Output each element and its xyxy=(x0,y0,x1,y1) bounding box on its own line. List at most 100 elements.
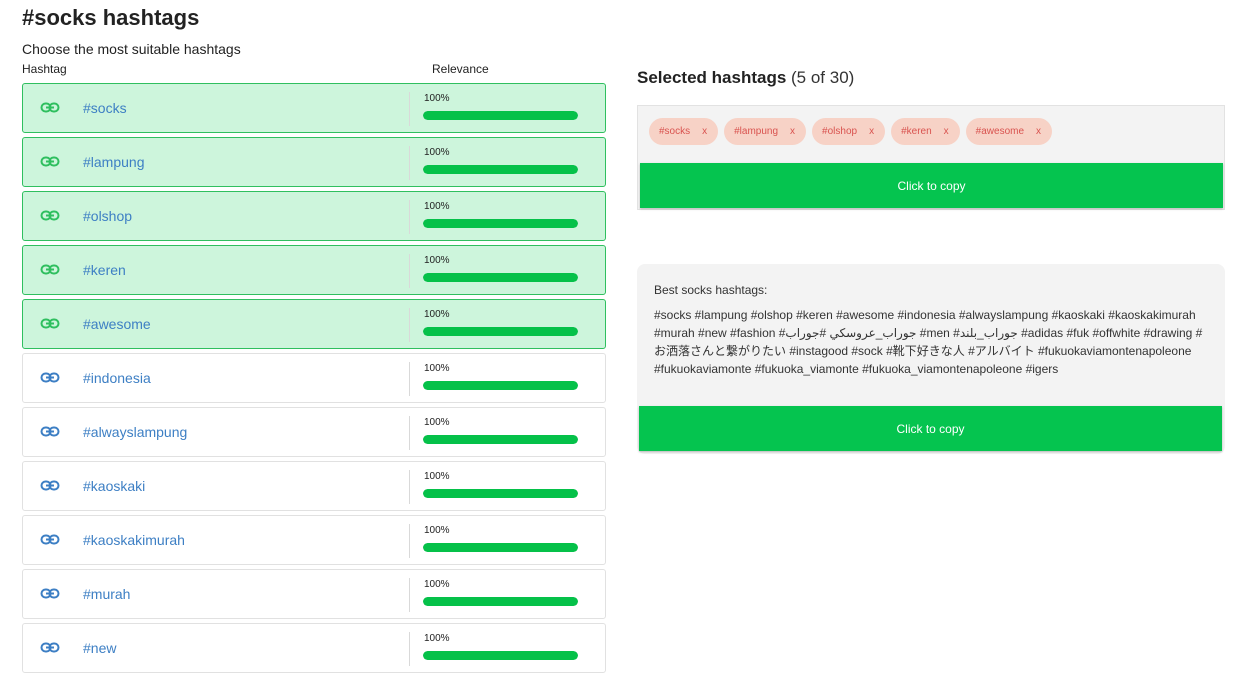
hashtag-row[interactable]: #kaoskakimurah 100% xyxy=(22,515,606,565)
relevance-bar-fill xyxy=(423,327,578,336)
copy-selected-button[interactable]: Click to copy xyxy=(640,163,1223,208)
page-subtitle: Choose the most suitable hashtags xyxy=(22,41,241,57)
relevance-bar xyxy=(423,273,578,282)
hashtag-row[interactable]: #murah 100% xyxy=(22,569,606,619)
relevance-percent: 100% xyxy=(424,633,450,644)
chip-label: #lampung xyxy=(734,126,779,137)
relevance-bar xyxy=(423,543,578,552)
relevance-bar xyxy=(423,219,578,228)
relevance-bar xyxy=(423,165,578,174)
chip-remove-icon[interactable]: x xyxy=(869,126,874,137)
selected-chip[interactable]: #lampung x xyxy=(724,118,807,145)
selected-hashtags-title: Selected hashtags (5 of 30) xyxy=(637,68,854,88)
chip-label: #keren xyxy=(901,126,932,137)
row-divider xyxy=(409,146,410,180)
best-hashtags-text: #socks #lampung #olshop #keren #awesome … xyxy=(654,308,1203,376)
relevance-bar xyxy=(423,489,578,498)
relevance-bar-fill xyxy=(423,597,578,606)
link-icon xyxy=(40,208,60,224)
row-divider xyxy=(409,362,410,396)
hashtag-row[interactable]: #new 100% xyxy=(22,623,606,673)
selected-chip[interactable]: #socks x xyxy=(649,118,719,145)
chip-label: #awesome xyxy=(975,126,1025,137)
column-header-relevance: Relevance xyxy=(432,62,489,76)
selected-hashtags-box: #socks x #lampung x #olshop x #keren x #awesome x… xyxy=(637,105,1225,210)
row-divider xyxy=(409,92,410,126)
hashtag-label: #indonesia xyxy=(83,370,151,386)
hashtag-label: #kaoskaki xyxy=(83,478,146,494)
hashtag-label: #socks xyxy=(83,100,127,116)
row-divider xyxy=(409,308,410,342)
selected-chip[interactable]: #olshop x xyxy=(812,118,886,145)
hashtag-row[interactable]: #lampung 100% xyxy=(22,137,606,187)
hashtag-label: #kaoskakimurah xyxy=(83,532,185,548)
selected-count: (5 of 30) xyxy=(791,68,855,87)
chip-label: #olshop xyxy=(822,126,858,137)
link-icon xyxy=(40,424,60,440)
relevance-bar xyxy=(423,435,578,444)
relevance-bar xyxy=(423,111,578,120)
row-divider xyxy=(409,578,410,612)
relevance-bar-fill xyxy=(423,543,578,552)
relevance-bar xyxy=(423,597,578,606)
relevance-percent: 100% xyxy=(424,255,450,266)
selected-chip[interactable]: #awesome x xyxy=(965,118,1053,145)
relevance-bar-fill xyxy=(423,489,578,498)
relevance-bar xyxy=(423,381,578,390)
link-icon xyxy=(40,100,60,116)
selected-chip[interactable]: #keren x xyxy=(891,118,960,145)
selected-chips: #socks x #lampung x #olshop x #keren x #awesome x xyxy=(649,118,1053,145)
relevance-percent: 100% xyxy=(424,417,450,428)
row-divider xyxy=(409,632,410,666)
chip-remove-icon[interactable]: x xyxy=(1036,126,1041,137)
link-icon xyxy=(40,154,60,170)
hashtag-label: #keren xyxy=(83,262,126,278)
hashtag-row[interactable]: #socks 100% xyxy=(22,83,606,133)
relevance-percent: 100% xyxy=(424,525,450,536)
hashtag-row[interactable]: #alwayslampung 100% xyxy=(22,407,606,457)
hashtag-label: #awesome xyxy=(83,316,151,332)
relevance-percent: 100% xyxy=(424,309,450,320)
relevance-percent: 100% xyxy=(424,363,450,374)
link-icon xyxy=(40,586,60,602)
link-icon xyxy=(40,640,60,656)
hashtag-label: #lampung xyxy=(83,154,145,170)
relevance-bar-fill xyxy=(423,381,578,390)
selected-title-label: Selected hashtags xyxy=(637,68,787,87)
best-hashtags-title: Best socks hashtags: xyxy=(654,283,768,297)
link-icon xyxy=(40,370,60,386)
hashtag-row[interactable]: #olshop 100% xyxy=(22,191,606,241)
relevance-percent: 100% xyxy=(424,471,450,482)
chip-remove-icon[interactable]: x xyxy=(702,126,707,137)
relevance-percent: 100% xyxy=(424,201,450,212)
hashtag-row[interactable]: #awesome 100% xyxy=(22,299,606,349)
hashtag-row[interactable]: #kaoskaki 100% xyxy=(22,461,606,511)
hashtag-row[interactable]: #keren 100% xyxy=(22,245,606,295)
relevance-bar-fill xyxy=(423,651,578,660)
relevance-bar-fill xyxy=(423,273,578,282)
copy-best-button[interactable]: Click to copy xyxy=(639,406,1222,451)
hashtag-label: #olshop xyxy=(83,208,133,224)
link-icon xyxy=(40,532,60,548)
relevance-bar xyxy=(423,651,578,660)
relevance-bar xyxy=(423,327,578,336)
chip-remove-icon[interactable]: x xyxy=(790,126,795,137)
row-divider xyxy=(409,524,410,558)
relevance-percent: 100% xyxy=(424,579,450,590)
link-icon xyxy=(40,478,60,494)
relevance-percent: 100% xyxy=(424,93,450,104)
relevance-percent: 100% xyxy=(424,147,450,158)
chip-label: #socks xyxy=(659,126,691,137)
row-divider xyxy=(409,470,410,504)
hashtag-label: #new xyxy=(83,640,117,656)
relevance-bar-fill xyxy=(423,165,578,174)
column-header-hashtag: Hashtag xyxy=(22,62,67,76)
relevance-bar-fill xyxy=(423,435,578,444)
link-icon xyxy=(40,316,60,332)
link-icon xyxy=(40,262,60,278)
hashtag-row[interactable]: #indonesia 100% xyxy=(22,353,606,403)
best-hashtags-box: Best socks hashtags: #socks #lampung #ol… xyxy=(637,264,1225,454)
chip-remove-icon[interactable]: x xyxy=(944,126,949,137)
relevance-bar-fill xyxy=(423,111,578,120)
hashtag-list: #socks 100% #lampung 100% #olshop 100% #keren 1… xyxy=(22,83,606,677)
